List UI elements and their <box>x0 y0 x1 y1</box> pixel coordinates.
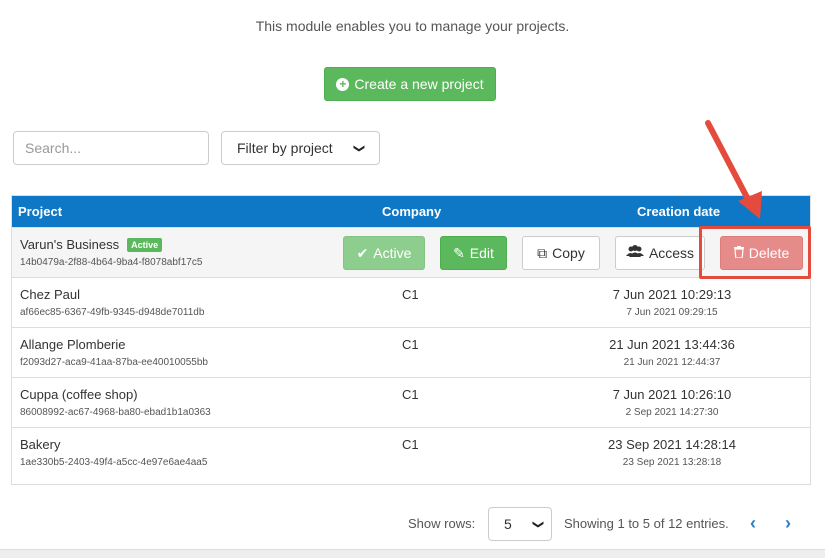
project-name: Bakery <box>20 437 61 452</box>
project-uuid: f2093d27-aca9-41aa-87ba-ee40010055bb <box>20 357 208 368</box>
filter-selected-value: Filter by project <box>237 140 333 156</box>
pagination-info: Showing 1 to 5 of 12 entries. <box>564 516 729 531</box>
users-icon <box>625 245 644 261</box>
creation-date: 23 Sep 2021 14:28:14 <box>608 437 736 452</box>
table-header: Project Company Creation date <box>12 196 810 227</box>
creation-date: 7 Jun 2021 10:29:13 <box>612 287 732 302</box>
project-uuid: 1ae330b5-2403-49f4-a5cc-4e97e6ae4aa5 <box>20 457 208 468</box>
table-row[interactable]: Chez Paul af66ec85-6367-49fb-9345-d948de… <box>12 277 810 327</box>
projects-table: Project Company Creation date Varun's Bu… <box>11 195 811 485</box>
active-button-label: Active <box>373 245 412 261</box>
table-row[interactable]: Cuppa (coffee shop) 86008992-ac67-4968-b… <box>12 377 810 427</box>
table-row[interactable]: Allange Plomberie f2093d27-aca9-41aa-87b… <box>12 327 810 377</box>
project-name: Cuppa (coffee shop) <box>20 387 138 402</box>
table-row[interactable]: Bakery 1ae330b5-2403-49f4-a5cc-4e97e6ae4… <box>12 427 810 477</box>
project-name: Chez Paul <box>20 287 80 302</box>
project-filter-select[interactable]: Filter by project ❯ <box>221 131 380 165</box>
header-company[interactable]: Company <box>382 204 441 219</box>
copy-button[interactable]: ⧉ Copy <box>522 236 600 270</box>
plus-circle-icon: + <box>336 77 350 91</box>
search-input[interactable] <box>13 131 209 165</box>
show-rows-label: Show rows: <box>408 516 476 531</box>
header-project[interactable]: Project <box>18 204 62 219</box>
creation-date-secondary: 23 Sep 2021 13:28:18 <box>622 457 722 468</box>
create-project-label: Create a new project <box>354 76 484 92</box>
copy-button-label: Copy <box>552 245 585 261</box>
copy-icon: ⧉ <box>537 244 548 261</box>
check-icon: ✔ <box>356 244 369 261</box>
creation-date-secondary: 21 Jun 2021 12:44:37 <box>623 357 721 368</box>
project-uuid: af66ec85-6367-49fb-9345-d948de7011db <box>20 307 205 318</box>
chevron-right-icon[interactable]: › <box>785 513 791 534</box>
bottom-divider <box>0 549 825 558</box>
create-project-button[interactable]: + Create a new project <box>324 67 496 101</box>
delete-highlight-box <box>699 226 811 279</box>
edit-button-label: Edit <box>469 245 494 261</box>
company-cell: C1 <box>402 337 419 352</box>
creation-date: 7 Jun 2021 10:26:10 <box>612 387 732 402</box>
table-footer: Show rows: 5 ❯ Showing 1 to 5 of 12 entr… <box>0 507 825 541</box>
chevron-left-icon[interactable]: ‹ <box>750 513 756 534</box>
project-name: Allange Plomberie <box>20 337 126 352</box>
creation-date-secondary: 7 Jun 2021 09:29:15 <box>626 307 718 318</box>
rows-per-page-value: 5 <box>504 516 512 532</box>
project-name: Varun's Business <box>20 237 120 252</box>
creation-date: 21 Jun 2021 13:44:36 <box>609 337 735 352</box>
module-description: This module enables you to manage your p… <box>255 18 570 34</box>
pencil-icon: ✎ <box>453 244 465 261</box>
project-uuid: 14b0479a-2f88-4b64-9ba4-f8078abf17c5 <box>20 257 203 268</box>
access-button-label: Access <box>648 245 695 261</box>
rows-per-page-select[interactable]: 5 ❯ <box>488 507 552 541</box>
access-button[interactable]: Access <box>615 236 705 270</box>
chevron-down-icon: ❯ <box>352 143 365 153</box>
active-button[interactable]: ✔ Active <box>343 236 425 270</box>
company-cell: C1 <box>402 437 419 452</box>
annotation-arrow-icon <box>705 120 762 219</box>
company-cell: C1 <box>402 387 419 402</box>
edit-button[interactable]: ✎ Edit <box>440 236 507 270</box>
creation-date-secondary: 2 Sep 2021 14:27:30 <box>625 407 719 418</box>
status-badge: Active <box>127 237 163 252</box>
chevron-down-icon: ❯ <box>531 519 544 529</box>
project-uuid: 86008992-ac67-4968-ba80-ebad1b1a0363 <box>20 407 211 418</box>
company-cell: C1 <box>402 287 419 302</box>
table-row[interactable]: Varun's Business Active 14b0479a-2f88-4b… <box>12 227 810 277</box>
